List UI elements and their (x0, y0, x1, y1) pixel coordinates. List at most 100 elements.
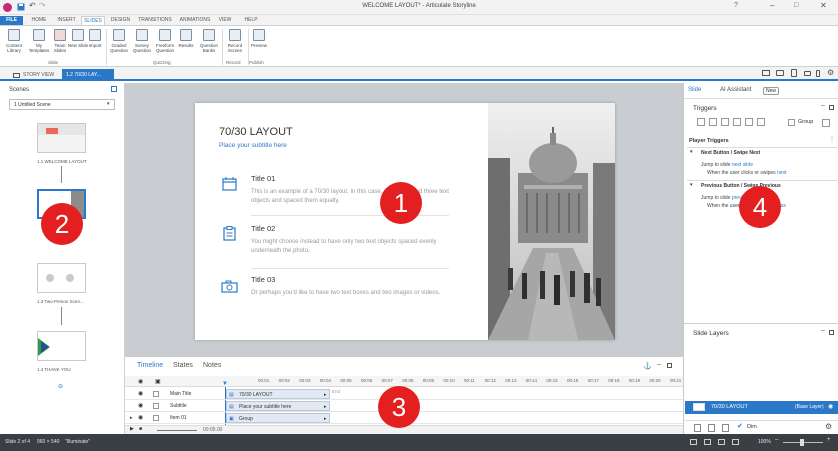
preview-button[interactable]: Preview (247, 29, 271, 48)
item-body[interactable]: This is an example of a 70/30 layout. In… (251, 188, 465, 206)
edit-trigger-icon[interactable] (709, 118, 717, 126)
tab-home[interactable]: HOME (27, 16, 51, 25)
item-body[interactable]: Or perhaps you'd like to have two text b… (251, 289, 465, 298)
zoom-in-icon[interactable]: + (827, 437, 831, 443)
import-button[interactable]: Import (83, 29, 107, 48)
collapse-icon[interactable]: – (657, 361, 661, 368)
tab-file[interactable]: FILE (0, 16, 23, 25)
group-checkbox[interactable] (788, 119, 795, 126)
lock-icon[interactable]: ▣ (155, 378, 161, 385)
cathedral-photo[interactable] (488, 103, 615, 340)
link-icon[interactable]: ⊖ (58, 383, 63, 390)
close-icon[interactable]: ✕ (820, 1, 827, 10)
record-screen-button[interactable]: Record Screen (223, 29, 247, 53)
fit-view-icon[interactable] (704, 439, 711, 445)
item-heading[interactable]: Title 02 (251, 224, 275, 233)
tab-states[interactable]: States (173, 362, 193, 369)
duplicate-layer-icon[interactable] (708, 424, 715, 432)
slide-subtitle[interactable]: Place your subtitle here (219, 142, 287, 149)
settings-gear-icon[interactable]: ⚙ (827, 68, 834, 77)
next-trigger-action[interactable]: Jump to slide next slide (701, 162, 753, 168)
play-icon[interactable]: ▶ (130, 426, 134, 432)
minimize-icon[interactable]: – (770, 1, 774, 10)
close-tab-icon[interactable]: ✕ (110, 68, 114, 74)
delete-trigger-icon[interactable] (745, 118, 753, 126)
scene-dropdown[interactable]: 1 Untitled Scene ▾ (9, 99, 115, 110)
tab-slides[interactable]: SLIDES (81, 16, 105, 25)
tablet-landscape-icon[interactable] (776, 70, 784, 76)
eye-icon[interactable]: ◉ (138, 412, 143, 424)
layer-settings-icon[interactable]: ⚙ (825, 422, 832, 431)
slide-thumbnail[interactable] (37, 263, 86, 293)
slide-thumbnail[interactable] (37, 331, 86, 361)
maximize-icon[interactable]: □ (794, 2, 798, 9)
content-library-button[interactable]: Content Library (2, 29, 26, 53)
tab-current-slide[interactable]: 1.2 70/30 LAY... (62, 69, 114, 81)
collapse-icon[interactable]: – (821, 102, 825, 109)
popout-icon[interactable] (829, 105, 834, 110)
popout-icon[interactable] (667, 363, 672, 368)
next-trigger-section[interactable]: Next Button / Swipe Next (701, 150, 760, 156)
phone-landscape-icon[interactable] (804, 71, 811, 76)
cue-point-icon[interactable]: ⚓ (643, 362, 652, 370)
paste-trigger-icon[interactable] (733, 118, 741, 126)
stop-icon[interactable]: ■ (139, 426, 142, 432)
item-body[interactable]: You might choose instead to have only tw… (251, 238, 465, 256)
tab-help[interactable]: HELP (241, 16, 261, 25)
popout-icon[interactable] (829, 330, 834, 335)
normal-view-icon[interactable] (690, 439, 697, 445)
collapse-icon[interactable]: – (821, 327, 825, 334)
tab-ai-assistant[interactable]: AI Assistant (720, 87, 751, 93)
new-layer-icon[interactable] (694, 424, 701, 432)
timeline-bar[interactable]: ▤ Place your subtitle here ▸ (226, 401, 330, 411)
eye-icon[interactable]: ◉ (828, 403, 833, 410)
results-button[interactable]: Results (174, 29, 198, 48)
lock-checkbox[interactable] (153, 415, 159, 421)
move-trigger-icon[interactable] (757, 118, 765, 126)
graded-question-button[interactable]: Graded Question (107, 29, 131, 53)
desktop-view-icon[interactable] (762, 70, 770, 76)
timeline-bar[interactable]: ▤ 70/30 LAYOUT ▸ (226, 389, 330, 399)
eye-icon[interactable]: ◉ (138, 400, 143, 412)
lock-checkbox[interactable] (153, 403, 159, 409)
phone-portrait-icon[interactable] (816, 70, 820, 77)
more-options-icon[interactable]: ⋮ (829, 136, 835, 143)
fit-window-icon[interactable] (732, 439, 739, 445)
next-when-link[interactable]: next (777, 170, 786, 176)
zoom-thumb[interactable] (800, 439, 804, 446)
timeline-bar[interactable]: ▣ Group ▸ (226, 413, 330, 423)
zoom-out-icon[interactable]: – (775, 437, 778, 443)
tab-timeline[interactable]: Timeline (137, 362, 163, 369)
slide-thumbnail[interactable] (37, 123, 86, 153)
next-trigger-condition[interactable]: When the user clicks or swipes next (707, 170, 786, 176)
next-action-link[interactable]: next slide (732, 162, 753, 168)
question-banks-button[interactable]: Question Banks (197, 29, 221, 53)
help-icon[interactable]: ? (734, 2, 738, 9)
tab-slide[interactable]: Slide (688, 87, 701, 93)
trigger-settings-icon[interactable] (822, 119, 830, 127)
grid-view-icon[interactable] (718, 439, 725, 445)
copy-trigger-icon[interactable] (721, 118, 729, 126)
slide-title[interactable]: 70/30 LAYOUT (219, 126, 293, 138)
tab-design[interactable]: DESIGN (108, 16, 133, 25)
survey-question-button[interactable]: Survey Question (130, 29, 154, 53)
eye-icon[interactable]: ◉ (138, 378, 143, 385)
tab-transitions[interactable]: TRANSITIONS (136, 16, 174, 25)
tab-notes[interactable]: Notes (203, 362, 221, 369)
dim-check-icon[interactable]: ✔ (737, 422, 743, 430)
tab-view[interactable]: VIEW (216, 16, 234, 25)
tablet-portrait-icon[interactable] (791, 69, 797, 77)
tab-animations[interactable]: ANIMATIONS (176, 16, 214, 25)
expand-icon[interactable]: ▸ (130, 412, 133, 424)
delete-layer-icon[interactable] (722, 424, 729, 432)
scenes-menu-icon[interactable] (111, 86, 117, 92)
item-heading[interactable]: Title 01 (251, 174, 275, 183)
chevron-down-icon[interactable]: ▾ (690, 182, 693, 188)
zoom-slider[interactable] (157, 430, 197, 431)
chevron-down-icon[interactable]: ▾ (690, 149, 693, 155)
new-trigger-icon[interactable] (697, 118, 705, 126)
tab-insert[interactable]: INSERT (54, 16, 79, 25)
eye-icon[interactable]: ◉ (138, 388, 143, 400)
tab-story-view[interactable]: STORY VIEW (10, 69, 60, 81)
item-heading[interactable]: Title 03 (251, 275, 275, 284)
